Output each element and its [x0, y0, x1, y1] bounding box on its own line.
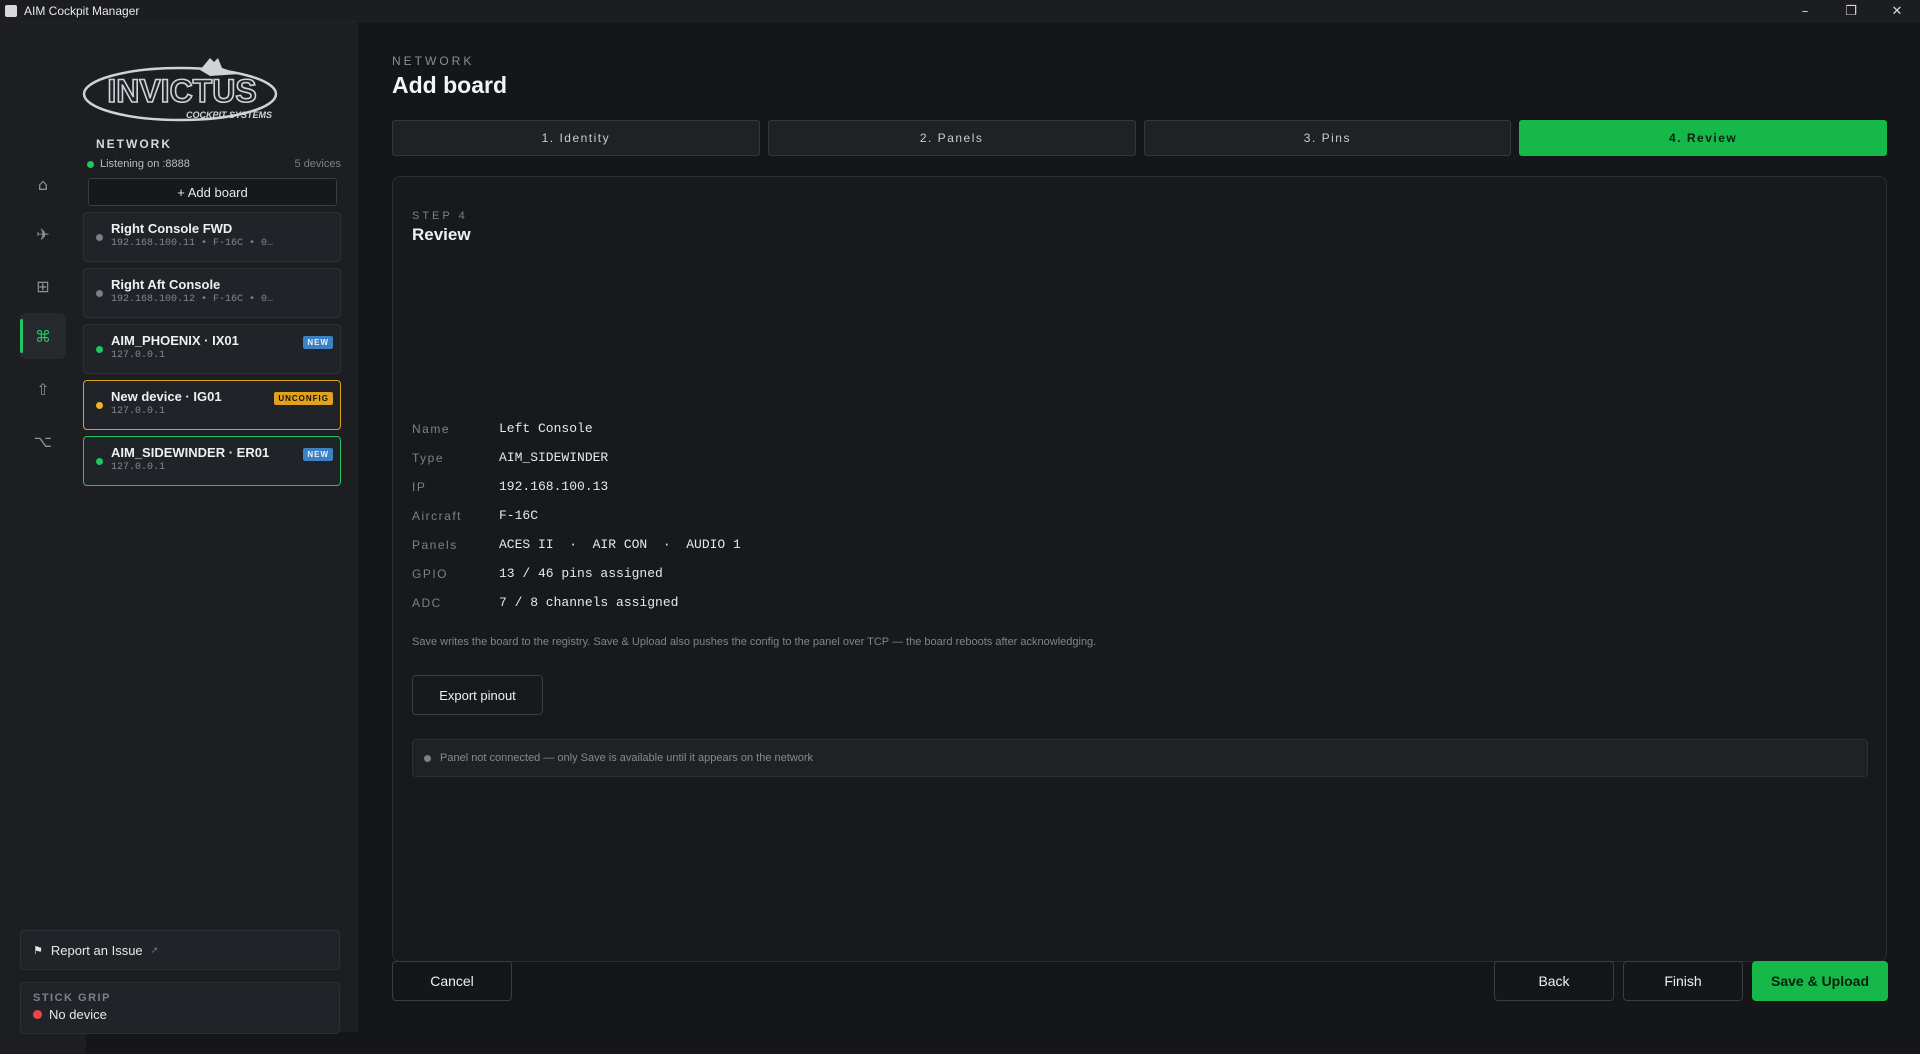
board-item[interactable]: AIM_PHOENIX · IX01 127.0.0.1 NEW	[83, 324, 341, 374]
board-item[interactable]: Right Console FWD 192.168.100.11 • F-16C…	[83, 212, 341, 262]
window-title: AIM Cockpit Manager	[24, 3, 140, 18]
svg-text:COCKPIT SYSTEMS: COCKPIT SYSTEMS	[186, 110, 272, 120]
notice-text: Panel not connected — only Save is avail…	[440, 752, 814, 764]
review-value: F-16C	[499, 508, 539, 523]
nav-rail: ⌂ ✈ ⊞ ⌘ ⇧ ⌥	[0, 44, 86, 1054]
device-count: 5 devices	[294, 158, 341, 170]
review-table: Name Left Console Type AIM_SIDEWINDER IP…	[412, 414, 741, 617]
app-icon	[5, 4, 17, 17]
svg-text:INVICTUS: INVICTUS	[107, 73, 256, 109]
board-item[interactable]: New device · IG01 127.0.0.1 UNCONFIG	[83, 380, 341, 430]
review-row-aircraft: Aircraft F-16C	[412, 501, 741, 530]
connection-notice: Panel not connected — only Save is avail…	[412, 739, 1868, 777]
review-value: 7 / 8 channels assigned	[499, 595, 679, 610]
page-title: Add board	[392, 72, 507, 98]
board-details: 127.0.0.1	[111, 350, 166, 361]
new-badge: NEW	[303, 448, 333, 461]
status-dot	[96, 458, 103, 465]
step-pins[interactable]: 3. Pins	[1143, 120, 1512, 156]
review-key: IP	[412, 479, 427, 494]
review-row-type: Type AIM_SIDEWINDER	[412, 443, 741, 472]
review-value: 192.168.100.13	[499, 479, 609, 494]
stick-grip-status: STICK GRIP No device	[20, 982, 340, 1034]
main-content: NETWORK Add board 1. Identity 2. Panels …	[358, 22, 1920, 1032]
network-section-label: NETWORK	[96, 137, 172, 151]
step-review[interactable]: 4. Review	[1519, 120, 1887, 156]
breadcrumb: NETWORK	[392, 54, 475, 68]
step-panels[interactable]: 2. Panels	[767, 120, 1136, 156]
minimize-icon[interactable]: –	[1782, 0, 1828, 22]
review-row-name: Name Left Console	[412, 414, 741, 443]
review-card: STEP 4 Review Name Left Console Type AIM…	[392, 176, 1887, 962]
review-value: ACES II · AIR CON · AUDIO 1	[499, 537, 741, 552]
board-details: 192.168.100.11 • F-16C • 0…	[111, 238, 274, 249]
stick-grip-value: No device	[49, 1007, 107, 1022]
board-name: Right Aft Console	[111, 277, 221, 292]
review-key: Name	[412, 421, 451, 436]
review-key: Type	[412, 450, 445, 465]
board-name: AIM_PHOENIX · IX01	[111, 333, 239, 348]
close-icon[interactable]: ✕	[1874, 0, 1920, 22]
sidebar: ⌂ ✈ ⊞ ⌘ ⇧ ⌥ INVICTUS COCKPIT SYSTEMS NET…	[0, 22, 358, 1054]
title-bar: AIM Cockpit Manager – ❐ ✕	[0, 0, 1920, 22]
export-pinout-button[interactable]: Export pinout	[412, 675, 543, 715]
back-button[interactable]: Back	[1494, 961, 1614, 1001]
unconfig-badge: UNCONFIG	[274, 392, 333, 405]
home-icon[interactable]: ⌂	[20, 161, 66, 207]
save-upload-button[interactable]: Save & Upload	[1752, 961, 1888, 1001]
branch-icon[interactable]: ⌥	[20, 418, 66, 464]
wizard-steps: 1. Identity 2. Panels 3. Pins 4. Review	[392, 120, 1887, 156]
grid-icon[interactable]: ⊞	[20, 263, 66, 309]
report-issue-label: Report an Issue	[50, 942, 143, 958]
review-row-panels: Panels ACES II · AIR CON · AUDIO 1	[412, 530, 741, 559]
review-key: GPIO	[412, 566, 449, 581]
flag-icon: ⚑	[33, 943, 43, 957]
listening-status: Listening on :8888 5 devices	[83, 158, 341, 170]
status-dot	[96, 346, 103, 353]
review-row-ip: IP 192.168.100.13	[412, 472, 741, 501]
report-issue-button[interactable]: ⚑ Report an Issue ↗	[20, 930, 340, 970]
new-badge: NEW	[303, 336, 333, 349]
board-details: 192.168.100.12 • F-16C • 0…	[111, 294, 274, 305]
board-name: AIM_SIDEWINDER · ER01	[111, 445, 270, 460]
listening-text: Listening on :8888	[100, 158, 190, 170]
board-item-selected[interactable]: AIM_SIDEWINDER · ER01 127.0.0.1 NEW	[83, 436, 341, 486]
status-dot	[96, 402, 103, 409]
stick-status-dot	[33, 1010, 42, 1019]
board-details: 127.0.0.1	[111, 462, 166, 473]
network-panel: NETWORK Listening on :8888 5 devices + A…	[83, 137, 341, 492]
window-controls: – ❐ ✕	[1782, 0, 1920, 22]
finish-button[interactable]: Finish	[1623, 961, 1743, 1001]
restore-icon[interactable]: ❐	[1828, 0, 1874, 22]
board-list: Right Console FWD 192.168.100.11 • F-16C…	[83, 212, 341, 486]
board-item[interactable]: Right Aft Console 192.168.100.12 • F-16C…	[83, 268, 341, 318]
step-title: Review	[412, 225, 471, 244]
board-name: Right Console FWD	[111, 221, 233, 236]
stick-grip-label: STICK GRIP	[33, 992, 111, 1004]
review-key: ADC	[412, 595, 442, 610]
listening-indicator	[87, 160, 94, 168]
add-board-button[interactable]: + Add board	[88, 178, 337, 206]
review-value: Left Console	[499, 421, 593, 436]
upload-icon[interactable]: ⇧	[20, 366, 66, 412]
save-note: Save writes the board to the registry. S…	[412, 636, 1097, 648]
external-link-icon: ↗	[150, 944, 159, 955]
step-identity[interactable]: 1. Identity	[392, 120, 760, 156]
review-value: 13 / 46 pins assigned	[499, 566, 663, 581]
notice-dot	[424, 754, 431, 762]
review-key: Aircraft	[412, 508, 463, 523]
board-details: 127.0.0.1	[111, 406, 166, 417]
network-icon[interactable]: ⌘	[20, 313, 66, 359]
step-kicker: STEP 4	[412, 210, 468, 222]
cancel-button[interactable]: Cancel	[392, 961, 512, 1001]
status-dot	[96, 290, 103, 297]
review-row-adc: ADC 7 / 8 channels assigned	[412, 588, 741, 617]
review-row-gpio: GPIO 13 / 46 pins assigned	[412, 559, 741, 588]
aircraft-icon[interactable]: ✈	[20, 211, 66, 257]
review-value: AIM_SIDEWINDER	[499, 450, 609, 465]
status-dot	[96, 234, 103, 241]
invictus-logo: INVICTUS COCKPIT SYSTEMS	[82, 58, 278, 122]
review-key: Panels	[412, 537, 458, 552]
